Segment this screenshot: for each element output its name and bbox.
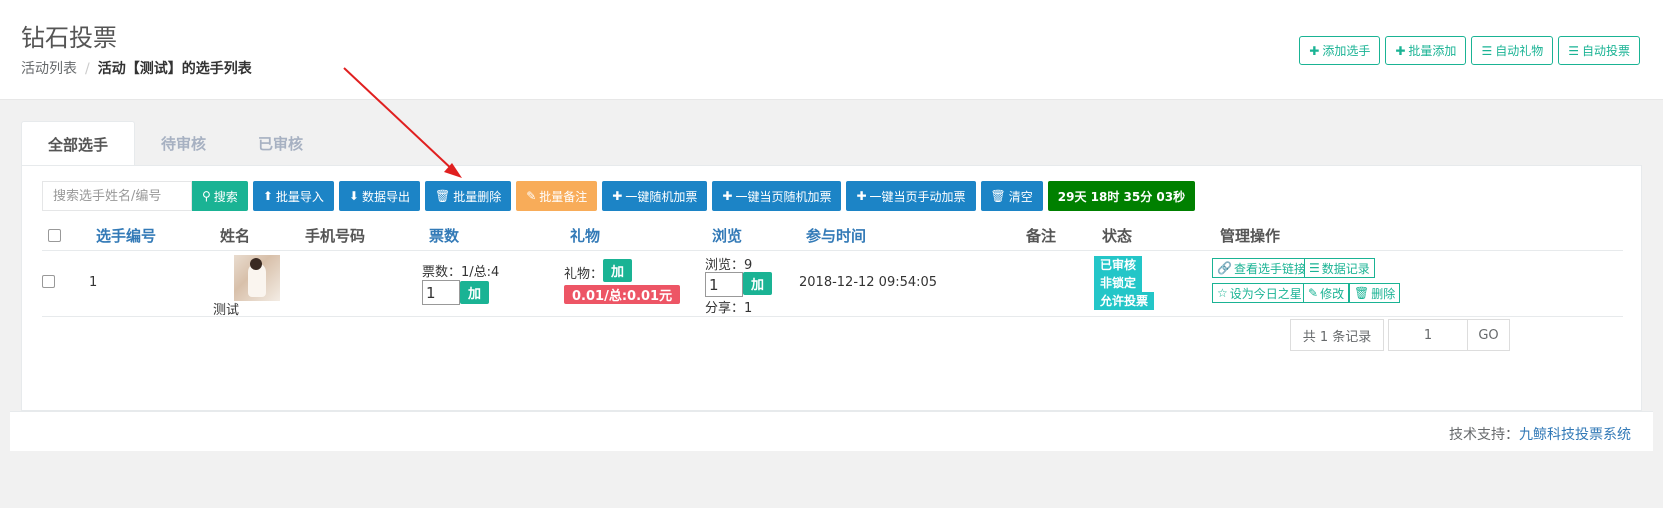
- auto-gift-button[interactable]: ☰ 自动礼物: [1471, 36, 1554, 65]
- pencil-icon: ✎: [526, 189, 537, 203]
- add-vote-button[interactable]: 加: [460, 281, 489, 304]
- delete-button[interactable]: 🗑 删除: [1349, 283, 1401, 303]
- batch-delete-button[interactable]: 🗑 批量删除: [424, 181, 512, 211]
- view-player-link-button[interactable]: 🔗 查看选手链接: [1212, 258, 1311, 278]
- views-text: 浏览：9: [705, 258, 753, 273]
- footer-credit: 技术支持：九鲸科技投票系统: [1449, 424, 1631, 444]
- go-button[interactable]: GO: [1468, 319, 1510, 351]
- page-title: 钻石投票: [21, 24, 117, 52]
- header-player-id[interactable]: 选手编号: [96, 225, 156, 246]
- footer-link[interactable]: 九鲸科技投票系统: [1519, 427, 1631, 443]
- header-votes[interactable]: 票数: [429, 225, 459, 246]
- gift-label: 礼物：: [564, 267, 604, 282]
- edit-button[interactable]: ✎ 修改: [1303, 283, 1350, 303]
- header-status: 状态: [1102, 227, 1133, 245]
- download-icon: ⬇: [348, 189, 359, 203]
- player-id: 1: [89, 275, 98, 290]
- breadcrumb-activity-list[interactable]: 活动列表: [21, 61, 77, 77]
- record-count: 共 1 条记录: [1290, 319, 1384, 351]
- search-input[interactable]: [42, 181, 192, 211]
- status-approved-badge: 已审核: [1094, 256, 1143, 274]
- plus-icon: ✚: [856, 189, 867, 203]
- search-button[interactable]: ⚲ 搜索: [192, 181, 248, 211]
- list-icon: ☰: [1309, 261, 1320, 275]
- header-views[interactable]: 浏览: [712, 225, 742, 246]
- footer-label: 技术支持：: [1449, 427, 1519, 443]
- batch-note-button[interactable]: ✎ 批量备注: [516, 181, 598, 211]
- votes-text: 票数：1/总:4: [422, 265, 500, 280]
- add-player-button[interactable]: ✚ 添加选手: [1299, 36, 1381, 65]
- countdown-badge: 29天 18时 35分 03秒: [1047, 181, 1196, 211]
- star-icon: ☆: [1217, 286, 1228, 300]
- vote-input[interactable]: 1: [422, 280, 460, 305]
- breadcrumb: 活动列表 / 活动【测试】的选手列表: [21, 61, 252, 77]
- plus-icon: ✚: [1395, 43, 1406, 58]
- batch-import-button[interactable]: ⬆ 批量导入: [252, 181, 334, 211]
- row-checkbox[interactable]: [42, 275, 55, 288]
- header-note: 备注: [1026, 227, 1057, 245]
- status-voting-allowed-badge: 允许投票: [1094, 292, 1155, 310]
- pencil-icon: ✎: [1308, 286, 1319, 300]
- tab-content: ⚲搜索 ⬆批量导入 ⬇数据导出 🗑批量删除 ✎批量备注 ✚一键随机加票 ✚一键当…: [21, 165, 1642, 411]
- set-star-of-day-button[interactable]: ☆ 设为今日之星: [1212, 283, 1307, 303]
- clear-button[interactable]: 🗑 清空: [980, 181, 1043, 211]
- trash-icon: 🗑: [990, 189, 1006, 203]
- plus-icon: ✚: [722, 189, 733, 203]
- header-phone: 手机号码: [305, 227, 366, 245]
- header-actions: 管理操作: [1220, 227, 1281, 245]
- breadcrumb-current: 活动【测试】的选手列表: [97, 61, 252, 77]
- list-icon: ☰: [1481, 43, 1493, 58]
- header-name: 姓名: [220, 227, 251, 245]
- random-vote-button[interactable]: ✚ 一键随机加票: [602, 181, 708, 211]
- table-header: 选手编号 姓名 手机号码 票数 礼物 浏览 参与时间 备注 状态 管理操作: [42, 221, 1623, 251]
- header-gifts[interactable]: 礼物: [570, 225, 600, 246]
- players-table: 选手编号 姓名 手机号码 票数 礼物 浏览 参与时间 备注 状态 管理操作 1 …: [42, 221, 1623, 318]
- tabs: 全部选手 待审核 已审核: [21, 121, 329, 166]
- page-header: 钻石投票 活动列表 / 活动【测试】的选手列表 ✚ 添加选手 ✚ 批量添加 ☰ 自动礼物 …: [0, 0, 1663, 100]
- add-view-button[interactable]: 加: [743, 272, 772, 295]
- gift-total-badge: 0.01/总:0.01元: [564, 285, 681, 304]
- shares-text: 分享：1: [705, 301, 753, 316]
- plus-icon: ✚: [612, 189, 623, 203]
- join-time: 2018-12-12 09:54:05: [799, 275, 938, 290]
- pagination: 共 1 条记录 1 GO: [1290, 319, 1510, 351]
- trash-icon: 🗑: [434, 189, 451, 203]
- table-row: 1 测试 票数：1/总:4 1 加 礼物： 加 0.01/总:0.01元 浏览：…: [42, 251, 1623, 318]
- trash-icon: 🗑: [1354, 286, 1370, 300]
- auto-vote-button[interactable]: ☰ 自动投票: [1558, 36, 1640, 65]
- view-input[interactable]: 1: [705, 272, 743, 297]
- upload-icon: ⬆: [262, 189, 273, 203]
- tab-pending[interactable]: 待审核: [135, 121, 232, 166]
- batch-add-button[interactable]: ✚ 批量添加: [1385, 36, 1467, 65]
- tab-all-players[interactable]: 全部选手: [21, 121, 136, 166]
- data-export-button[interactable]: ⬇ 数据导出: [338, 181, 420, 211]
- page-input[interactable]: 1: [1388, 319, 1468, 351]
- search-icon: ⚲: [202, 189, 211, 203]
- select-all-checkbox[interactable]: [48, 229, 61, 242]
- add-gift-button[interactable]: 加: [603, 259, 632, 282]
- page-manual-vote-button[interactable]: ✚ 一键当页手动加票: [846, 181, 976, 211]
- footer: 技术支持：九鲸科技投票系统: [10, 411, 1653, 451]
- tab-approved[interactable]: 已审核: [232, 121, 329, 166]
- player-avatar[interactable]: [234, 255, 280, 301]
- toolbar: ⚲搜索 ⬆批量导入 ⬇数据导出 🗑批量删除 ✎批量备注 ✚一键随机加票 ✚一键当…: [42, 181, 1200, 211]
- data-records-button[interactable]: ☰ 数据记录: [1304, 258, 1375, 278]
- list-icon: ☰: [1568, 43, 1579, 58]
- header-actions: ✚ 添加选手 ✚ 批量添加 ☰ 自动礼物 ☰ 自动投票: [1299, 36, 1640, 65]
- player-name: 测试: [213, 303, 240, 318]
- header-join-time[interactable]: 参与时间: [806, 225, 866, 246]
- link-icon: 🔗: [1217, 261, 1232, 275]
- plus-icon: ✚: [1309, 43, 1320, 58]
- status-unlocked-badge: 非锁定: [1094, 274, 1143, 292]
- players-panel: 全部选手 待审核 已审核 ⚲搜索 ⬆批量导入 ⬇数据导出 🗑批量删除 ✎批量备注…: [21, 121, 1642, 411]
- page-random-vote-button[interactable]: ✚ 一键当页随机加票: [712, 181, 842, 211]
